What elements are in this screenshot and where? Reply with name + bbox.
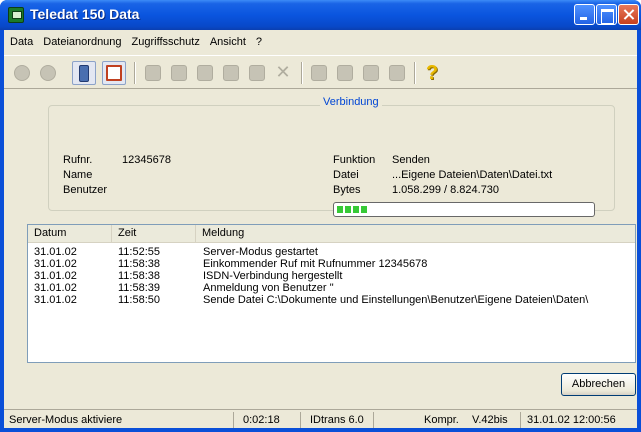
status-compression: Kompr.: [424, 414, 459, 426]
menu-zugriffsschutz[interactable]: Zugriffsschutz: [126, 34, 204, 52]
log-row[interactable]: 31.01.02 11:58:38 Einkommender Ruf mit R…: [28, 258, 635, 270]
status-datetime: 31.01.02 12:00:56: [527, 414, 616, 426]
status-elapsed: 0:02:18: [237, 412, 301, 428]
benutzer-label: Benutzer: [63, 184, 108, 196]
log-zeit: 11:58:38: [118, 258, 161, 270]
progress-fill: [337, 206, 367, 213]
datei-value: ...Eigene Dateien\Daten\Datei.txt: [392, 169, 553, 181]
move-all-icon[interactable]: [359, 61, 383, 85]
rename-icon[interactable]: [245, 61, 269, 85]
log-meldung: Server-Modus gestartet: [203, 246, 318, 258]
column-datum[interactable]: Datum: [28, 225, 112, 242]
column-meldung[interactable]: Meldung: [196, 225, 635, 242]
progress-segment: [337, 206, 343, 213]
log-zeit: 11:58:39: [118, 282, 161, 294]
log-meldung: Sende Datei C:\Dokumente und Einstellung…: [203, 294, 589, 306]
log-zeit: 11:58:50: [118, 294, 161, 306]
close-button[interactable]: [618, 4, 639, 25]
move-selected-icon[interactable]: [385, 61, 409, 85]
move-icon[interactable]: [193, 61, 217, 85]
user-icon[interactable]: [72, 61, 96, 85]
connect-icon[interactable]: [10, 61, 34, 85]
copy-all-icon[interactable]: [307, 61, 331, 85]
funktion-value: Senden: [392, 154, 430, 166]
menu-bar: Data Dateianordnung Zugriffsschutz Ansic…: [4, 34, 266, 52]
transfer-icon[interactable]: [141, 61, 165, 85]
progress-segment: [361, 206, 367, 213]
copy-selected-icon[interactable]: [333, 61, 357, 85]
log-zeit: 11:58:38: [118, 270, 161, 282]
transfer-progress-bar: [333, 202, 595, 217]
log-zeit: 11:52:55: [118, 246, 161, 258]
status-standard: V.42bis: [469, 412, 521, 428]
log-datum: 31.01.02: [34, 282, 77, 294]
log-list[interactable]: Datum Zeit Meldung 31.01.02 11:52:55 Ser…: [27, 224, 636, 363]
monitor-icon[interactable]: [102, 61, 126, 85]
log-row[interactable]: 31.01.02 11:58:39 Anmeldung von Benutzer…: [28, 282, 635, 294]
app-icon: [8, 7, 24, 23]
new-folder-icon[interactable]: [219, 61, 243, 85]
window-title: Teledat 150 Data: [30, 6, 140, 22]
connection-legend: Verbindung: [320, 96, 382, 108]
column-zeit[interactable]: Zeit: [112, 225, 196, 242]
log-row[interactable]: 31.01.02 11:52:55 Server-Modus gestartet: [28, 246, 635, 258]
status-protocol: IDtrans 6.0: [304, 412, 374, 428]
datei-label: Datei: [333, 169, 359, 181]
log-datum: 31.01.02: [34, 270, 77, 282]
delete-icon[interactable]: ✕: [271, 61, 295, 85]
log-meldung: Einkommender Ruf mit Rufnummer 12345678: [203, 258, 428, 270]
menu-help[interactable]: ?: [250, 34, 266, 52]
funktion-label: Funktion: [333, 154, 376, 166]
status-mode: Server-Modus aktiviere: [6, 412, 234, 428]
menu-ansicht[interactable]: Ansicht: [204, 34, 250, 52]
bytes-value: 1.058.299 / 8.824.730: [392, 184, 500, 196]
log-meldung: Anmeldung von Benutzer '': [203, 282, 334, 294]
bytes-label: Bytes: [333, 184, 361, 196]
name-label: Name: [63, 169, 93, 181]
toolbar: ✕ ?: [4, 55, 637, 89]
title-bar[interactable]: Teledat 150 Data: [0, 0, 641, 30]
log-meldung: ISDN-Verbindung hergestellt: [203, 270, 343, 282]
log-header: Datum Zeit Meldung: [28, 225, 635, 243]
app-window: Teledat 150 Data Data Dateianordnung Zug…: [0, 0, 641, 432]
disconnect-icon[interactable]: [36, 61, 60, 85]
abbrechen-button[interactable]: Abbrechen: [561, 373, 636, 396]
menu-dateianordnung[interactable]: Dateianordnung: [37, 34, 125, 52]
log-row[interactable]: 31.01.02 11:58:50 Sende Datei C:\Dokumen…: [28, 294, 635, 306]
rufnr-label: Rufnr.: [63, 154, 93, 166]
rufnr-value: 12345678: [122, 154, 171, 166]
minimize-button[interactable]: [574, 4, 595, 25]
log-datum: 31.01.02: [34, 294, 77, 306]
log-row[interactable]: 31.01.02 11:58:38 ISDN-Verbindung herges…: [28, 270, 635, 282]
client-area: Data Dateianordnung Zugriffsschutz Ansic…: [4, 30, 637, 428]
progress-segment: [345, 206, 351, 213]
menu-data[interactable]: Data: [4, 34, 37, 52]
copy-icon[interactable]: [167, 61, 191, 85]
status-bar: Server-Modus aktiviere 0:02:18 IDtrans 6…: [4, 409, 637, 428]
help-icon[interactable]: ?: [420, 61, 444, 85]
maximize-button[interactable]: [596, 4, 617, 25]
progress-segment: [353, 206, 359, 213]
log-datum: 31.01.02: [34, 258, 77, 270]
log-datum: 31.01.02: [34, 246, 77, 258]
